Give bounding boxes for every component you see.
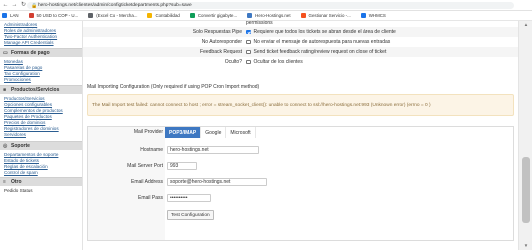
password-row: Email Pass [88, 193, 513, 204]
hostname-label: Hostname [140, 147, 163, 153]
bookmark-item[interactable]: Hero-Hostings.net [247, 13, 291, 18]
setting-row-feedback: Feedback Request Send ticket feedback ra… [83, 47, 518, 57]
bookmark-icon [247, 13, 253, 18]
email-row: Email Address [88, 177, 513, 188]
browser-address-bar: ← → ↻ 🔒 hero-hostings.net/clientes/admin… [0, 0, 532, 11]
sidebar-link[interactable]: Registradores de dominios [4, 126, 59, 131]
port-input[interactable]: 993 [167, 162, 197, 170]
bookmark-icon [2, 13, 7, 18]
bookmark-item[interactable]: Contabilidad [147, 13, 180, 18]
mail-provider-row: Mail Provider POP3/IMAP Google Microsoft [88, 127, 513, 138]
checkbox[interactable] [246, 49, 251, 55]
back-icon[interactable]: ← [1, 1, 10, 10]
checkbox-checked[interactable] [246, 29, 251, 35]
bookmark-item[interactable]: Convertir gigabyte... [189, 13, 237, 18]
sidebar-link[interactable]: Control de spam [4, 170, 38, 175]
tab-google[interactable]: Google [201, 127, 227, 138]
sidebar-link[interactable]: Pasarelas de pago [4, 65, 42, 70]
sidebar-link[interactable]: Two-Factor Authentication [4, 34, 57, 39]
password-input[interactable]: •••••••••• [167, 194, 211, 202]
scroll-thumb[interactable] [522, 157, 530, 223]
forward-icon[interactable]: → [10, 1, 19, 10]
setting-label: Solo Respuestas Pipe [192, 29, 242, 35]
setting-label: No Autoresponder [201, 39, 242, 45]
sidebar-link[interactable]: Complementos de productos [4, 108, 63, 113]
admin-sidebar: Administradores Roles de administradores… [0, 21, 83, 250]
mail-import-title: Mail Importing Configuration (Only requi… [87, 84, 260, 90]
sidebar-link[interactable]: Reglas de escalación [4, 164, 48, 169]
bookmark-icon [189, 13, 195, 18]
setting-row-pipe: Solo Respuestas Pipe Requiere que todos … [83, 27, 518, 37]
bookmark-icon [28, 13, 34, 18]
sidebar-link[interactable]: Monedas [4, 59, 23, 64]
bookmark-item[interactable]: Gestionar Servicio -... [300, 13, 351, 18]
scroll-up-icon[interactable]: ▲ [519, 21, 532, 29]
bookmark-icon [300, 13, 306, 18]
checkbox[interactable] [246, 39, 251, 45]
url-text: hero-hostings.net/clientes/admin/configt… [38, 3, 192, 8]
sidebar-link[interactable]: Pedido Status [4, 188, 33, 193]
bookmark-item[interactable]: (Excel Co - Mercha... [88, 13, 137, 18]
department-settings: permissions Solo Respuestas Pipe Requier… [83, 19, 518, 250]
alert-text: The Mail Import test failed: cannot conn… [92, 102, 431, 108]
mail-import-alert: The Mail Import test failed: cannot conn… [87, 94, 514, 116]
tab-microsoft[interactable]: Microsoft [226, 127, 256, 138]
sidebar-link[interactable]: Servidores [4, 132, 26, 137]
bookmark-item[interactable]: WHMCS [360, 13, 386, 18]
permissions-row: permissions [83, 19, 518, 27]
setting-label: Feedback Request [200, 49, 242, 55]
sidebar-link[interactable]: Tax Configuration [4, 71, 40, 76]
sidebar-link[interactable]: Precios de dominios [4, 120, 45, 125]
sidebar-link[interactable]: Opciones configurables [4, 102, 52, 107]
sidebar-link[interactable]: Productos/Servicios [4, 96, 45, 101]
test-configuration-button[interactable]: Test Configuration [167, 210, 214, 220]
hostname-row: Hostname [88, 145, 513, 156]
credit-card-icon: ▭ [3, 50, 8, 56]
bookmark-icon [360, 13, 366, 18]
cube-icon: ■ [3, 87, 7, 93]
sidebar-section-support: ◎ Soporte [0, 141, 82, 150]
email-label: Email Address [131, 179, 163, 185]
tab-pop3-imap[interactable]: POP3/IMAP [165, 127, 202, 138]
setting-row-hidden: Oculto? Ocultar de los clientes [83, 57, 518, 67]
setting-value[interactable]: No enviar el mensaje de autorespuesta pa… [246, 39, 390, 45]
hostname-input[interactable]: hero-hostings.net [167, 146, 259, 154]
sidebar-section-payment: ▭ Formas de pago [0, 48, 82, 57]
sidebar-link[interactable]: Manage API Credentials [4, 40, 54, 45]
lock-icon: 🔒 [31, 2, 38, 9]
bookmark-icon [147, 13, 153, 18]
setting-row-autoresponder: No Autoresponder No enviar el mensaje de… [83, 37, 518, 47]
bookmark-item[interactable]: 50 USD to COP - U... [28, 13, 78, 18]
setting-label: Oculto? [224, 59, 242, 65]
setting-value[interactable]: Requiere que todos los tickets se abran … [246, 29, 396, 35]
setting-value[interactable]: Ocultar de los clientes [246, 59, 303, 65]
checkbox[interactable] [246, 59, 251, 65]
bookmark-item[interactable]: LAN [2, 13, 19, 18]
url-field[interactable]: 🔒 hero-hostings.net/clientes/admin/confi… [27, 2, 514, 9]
sidebar-link[interactable]: Administradores [4, 22, 37, 27]
sidebar-link[interactable]: Estado de tickets [4, 158, 39, 163]
sidebar-link[interactable]: Departamentos de soporte [4, 152, 58, 157]
scrollbar[interactable]: ▲ ▼ [518, 21, 532, 250]
sidebar-link[interactable]: Roles de administradores [4, 28, 56, 33]
email-input[interactable]: soporte@hero-hostings.net [167, 178, 267, 186]
permissions-text: permissions [246, 20, 273, 26]
port-row: Mail Server Port [88, 161, 513, 172]
bookmark-icon [88, 13, 94, 18]
sidebar-section-products: ■ Productos/Servicios [0, 85, 82, 94]
setting-value[interactable]: Send ticket feedback rating/review reque… [246, 49, 386, 55]
mail-provider-label: Mail Provider [133, 129, 163, 135]
mail-provider-tabs: POP3/IMAP Google Microsoft [165, 127, 256, 138]
mail-config-panel: Mail Provider POP3/IMAP Google Microsoft… [87, 126, 514, 241]
sidebar-link[interactable]: Paquetes de Productos [4, 114, 52, 119]
sidebar-section-other: ≡ Otro [0, 177, 82, 186]
port-label: Mail Server Port [127, 163, 163, 169]
sidebar-link[interactable]: Promociones [4, 77, 31, 82]
ellipsis-icon: ≡ [3, 179, 6, 185]
scroll-down-icon[interactable]: ▼ [519, 242, 532, 250]
password-label: Email Pass [137, 195, 163, 201]
life-ring-icon: ◎ [3, 143, 8, 149]
